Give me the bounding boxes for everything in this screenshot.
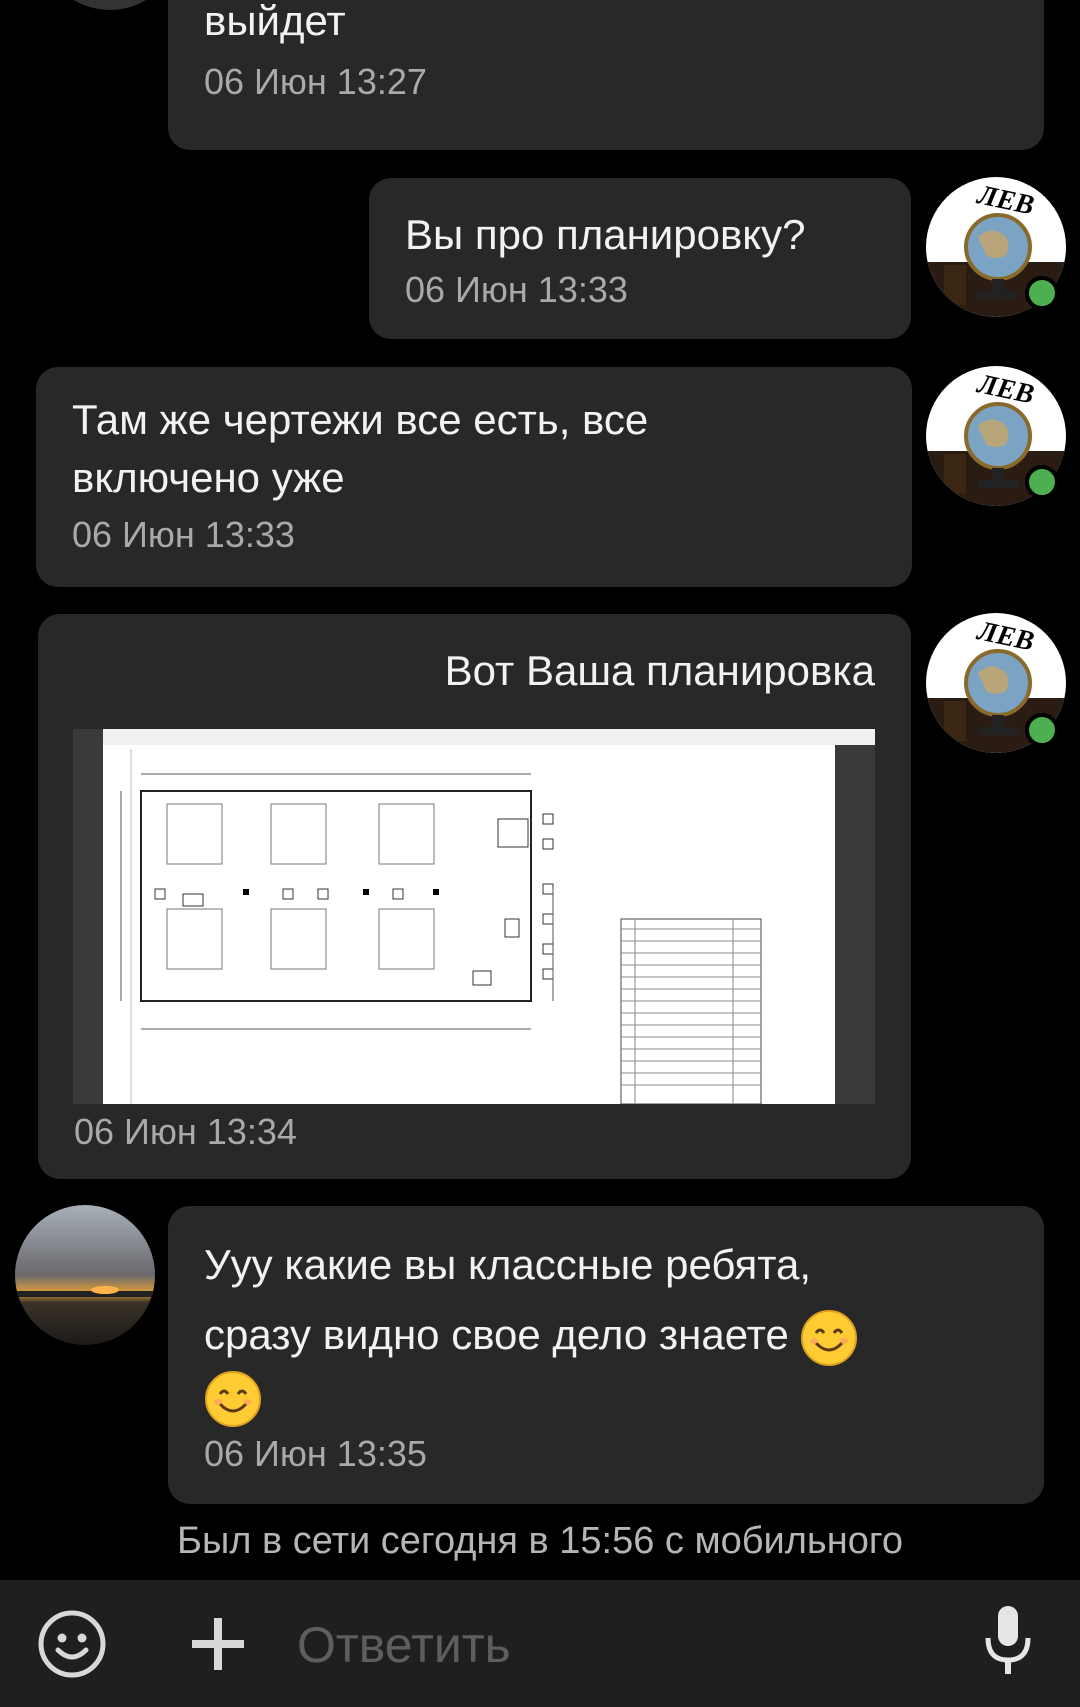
message-timestamp: 06 Июн 13:34: [74, 1111, 297, 1152]
composer-bar: [0, 1580, 1080, 1707]
smiley-icon: [38, 1610, 106, 1678]
voice-message-button[interactable]: [978, 1602, 1038, 1682]
svg-text:ЛЕВ: ЛЕВ: [974, 615, 1037, 657]
message-text: включено уже: [72, 454, 345, 501]
online-indicator: [1025, 713, 1059, 747]
plus-icon: [192, 1618, 244, 1670]
online-indicator: [1025, 465, 1059, 499]
attached-floor-plan-image[interactable]: [73, 729, 875, 1104]
message-text: сразу видно свое дело знаете: [204, 1311, 789, 1358]
message-text: Ууу какие вы классные ребята,: [204, 1241, 812, 1288]
message-text: Вы про планировку?: [405, 211, 806, 258]
emoji-button[interactable]: [36, 1608, 108, 1680]
message-bubble-incoming[interactable]: выйдет 06 Июн 13:27: [168, 0, 1044, 150]
message-bubble-outgoing[interactable]: Вы про планировку? 06 Июн 13:33: [369, 178, 911, 339]
message-bubble-outgoing[interactable]: Там же чертежи все есть, все включено уж…: [36, 367, 912, 587]
attach-button[interactable]: [186, 1612, 250, 1676]
message-text: Там же чертежи все есть, все: [72, 396, 649, 443]
online-indicator: [1025, 276, 1059, 310]
message-bubble-incoming[interactable]: Ууу какие вы классные ребята, сразу видн…: [168, 1206, 1044, 1504]
floor-plan-drawing: [73, 729, 875, 1104]
microphone-icon: [985, 1606, 1031, 1674]
smiling-face-emoji-icon: [205, 1371, 261, 1427]
sunset-avatar-icon: [15, 1205, 155, 1345]
svg-text:ЛЕВ: ЛЕВ: [974, 368, 1037, 410]
message-text-line-with-emoji: сразу видно свое дело знаете: [204, 1306, 858, 1367]
message-bubble-outgoing[interactable]: Вот Ваша планировка 06 Июн 13:34: [38, 614, 911, 1179]
message-timestamp: 06 Июн 13:33: [72, 514, 295, 555]
reply-input[interactable]: [295, 1604, 959, 1686]
message-timestamp: 06 Июн 13:35: [204, 1433, 427, 1474]
last-seen-status: Был в сети сегодня в 15:56 с мобильного: [177, 1520, 903, 1562]
avatar-partial: [40, 0, 180, 10]
message-text: выйдет: [204, 0, 346, 44]
svg-text:ЛЕВ: ЛЕВ: [974, 179, 1037, 221]
message-timestamp: 06 Июн 13:33: [405, 269, 628, 310]
message-timestamp: 06 Июн 13:27: [204, 61, 427, 102]
contact-avatar[interactable]: [15, 1205, 155, 1345]
smiling-face-emoji-icon: [801, 1309, 858, 1366]
message-text: Вот Ваша планировка: [444, 647, 875, 694]
